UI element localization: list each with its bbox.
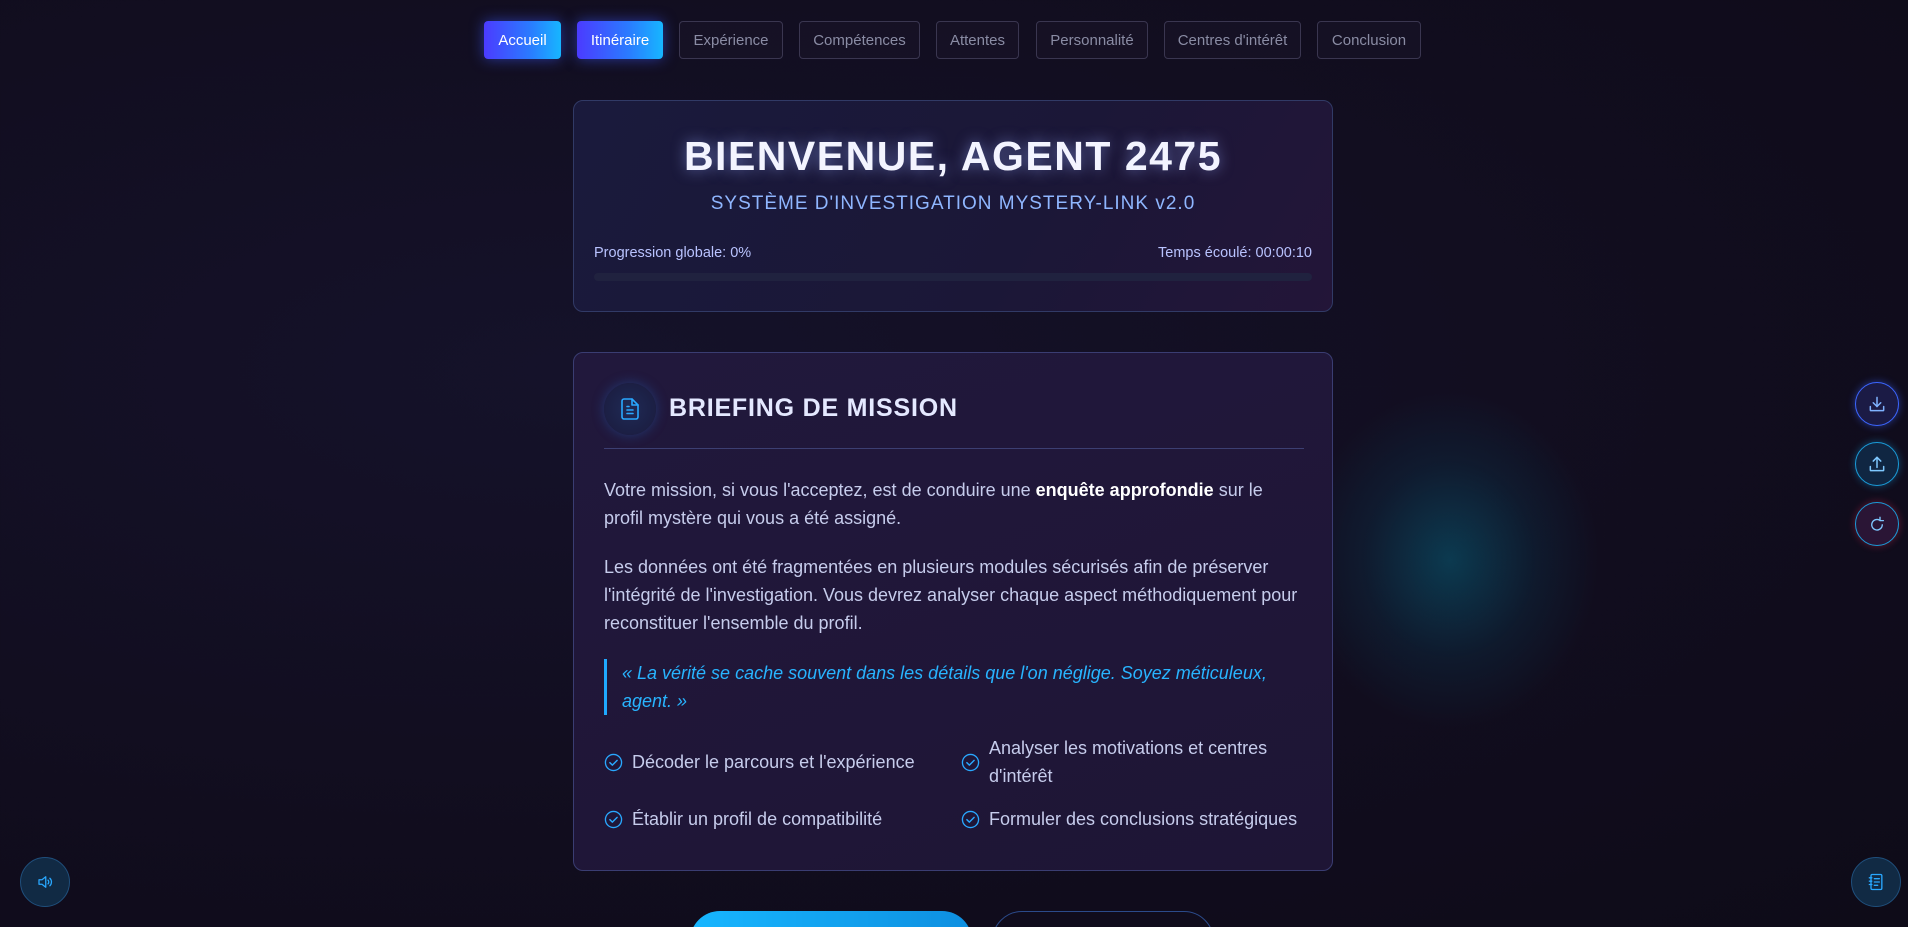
nav-attentes[interactable]: Attentes [936,21,1019,59]
upload-icon [1869,456,1885,472]
nav-accueil[interactable]: Accueil [484,21,561,59]
briefing-title: BRIEFING DE MISSION [669,394,958,422]
objective-item: Établir un profil de compatibilité [604,805,944,833]
document-icon [604,383,656,435]
nav-competences[interactable]: Compétences [799,21,920,59]
welcome-title: BIENVENUE, AGENT 2475 [683,133,1223,179]
notes-icon [1868,873,1883,891]
briefing-paragraph-2: Les données ont été fragmentées en plusi… [604,557,1298,633]
mission-briefing-card: BRIEFING DE MISSION Votre mission, si vo… [573,352,1333,871]
objective-item: Décoder le parcours et l'expérience [604,748,944,776]
nav-experience[interactable]: Expérience [679,21,783,59]
welcome-card: BIENVENUE, AGENT 2475 SYSTÈME D'INVESTIG… [573,100,1333,312]
check-circle-icon [604,810,623,828]
emphasis-text: enquête approfondie [1035,480,1214,500]
elapsed-time: Temps écoulé: 00:00:10 [1158,245,1312,261]
upload-button[interactable] [1855,442,1899,486]
progress-label: Progression globale: 0% [594,245,752,261]
mission-quote: « La vérité se cache souvent dans les dé… [604,659,1304,715]
secondary-action-button[interactable] [992,911,1214,927]
nav-centres-interet[interactable]: Centres d'intérêt [1164,21,1301,59]
sound-icon [38,876,53,888]
briefing-paragraph-1: Votre mission, si vous l'acceptez, est d… [604,480,1263,528]
sound-toggle-button[interactable] [20,857,70,907]
objective-item: Analyser les motivations et centres d'in… [961,734,1291,790]
objective-item: Formuler des conclusions stratégiques [961,805,1301,833]
start-mission-button[interactable] [690,911,972,927]
welcome-subtitle: SYSTÈME D'INVESTIGATION MYSTERY-LINK v2.… [710,193,1196,214]
download-icon [1869,396,1885,412]
notes-button[interactable] [1851,857,1901,907]
nav-conclusion[interactable]: Conclusion [1317,21,1421,59]
nav-itineraire[interactable]: Itinéraire [577,21,663,59]
nav-personnalite[interactable]: Personnalité [1036,21,1148,59]
reset-icon [1871,516,1885,531]
progress-bar [594,273,1312,281]
background-glow [1300,390,1600,730]
download-button[interactable] [1855,382,1899,426]
reset-button[interactable] [1855,502,1899,546]
top-navigation: Accueil Itinéraire Expérience Compétence… [0,21,1908,59]
divider [604,448,1304,449]
check-circle-icon [961,810,980,828]
check-circle-icon [604,753,623,771]
check-circle-icon [961,753,980,771]
